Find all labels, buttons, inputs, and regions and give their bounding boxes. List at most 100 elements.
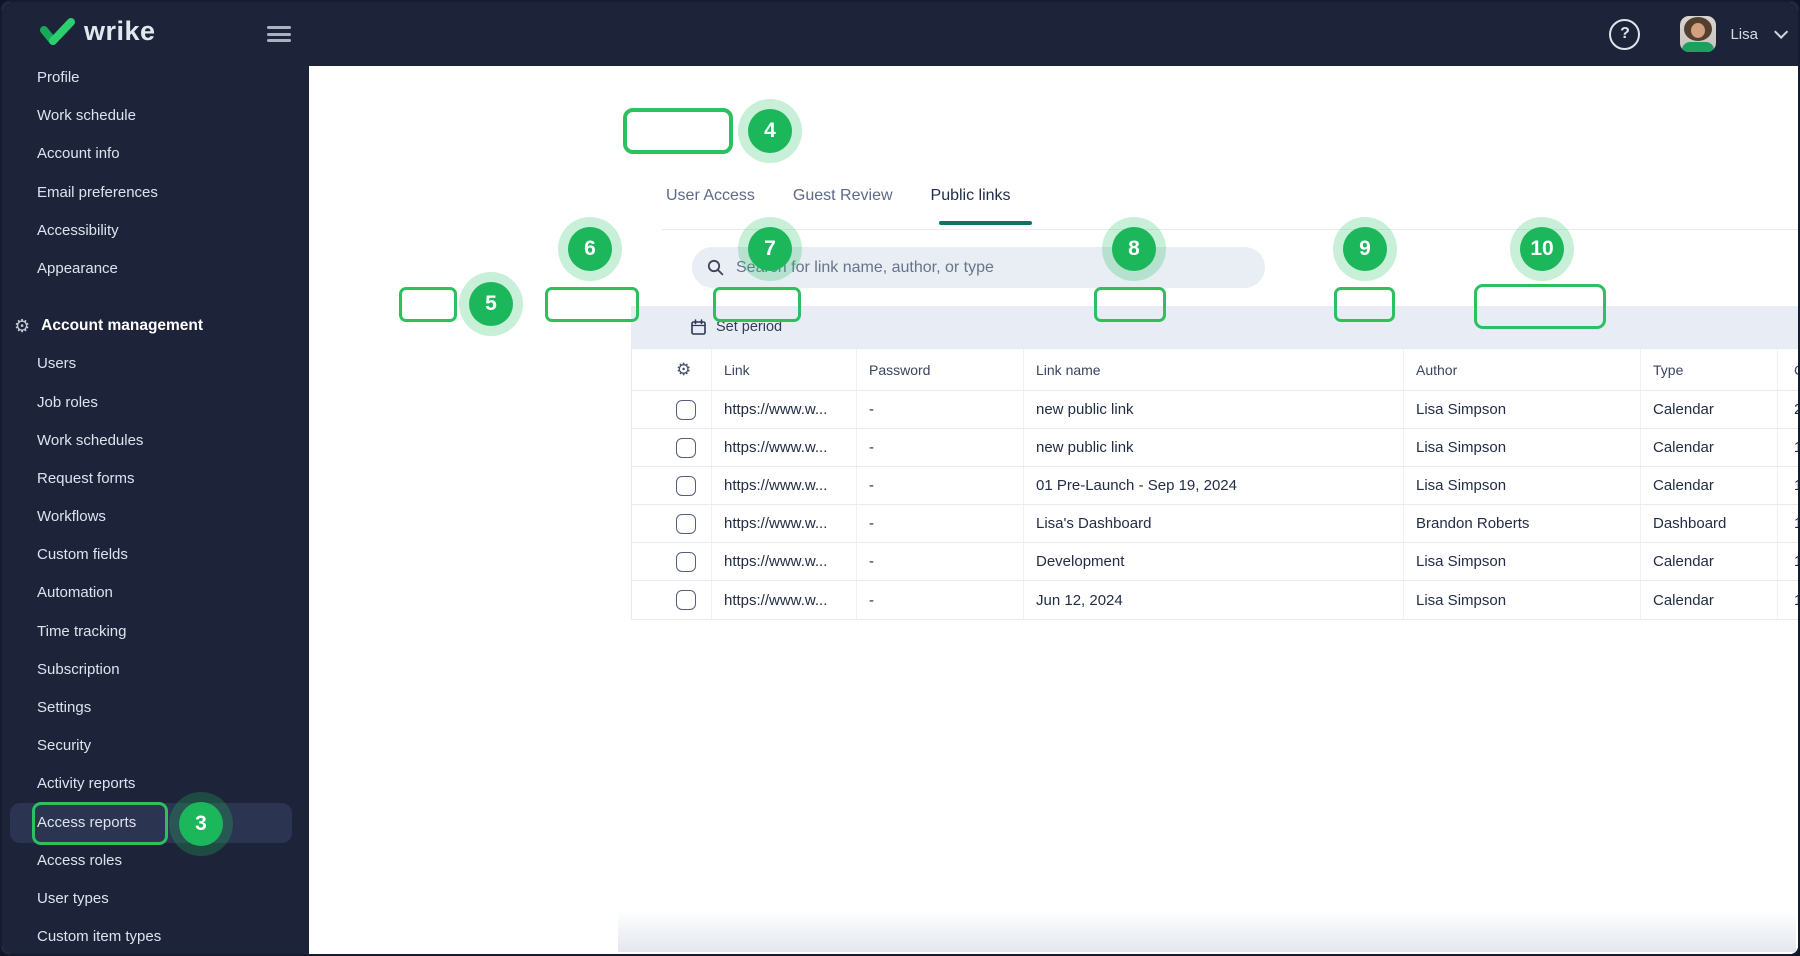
sidebar-item-activity-reports[interactable]: Activity reports xyxy=(2,765,309,803)
sidebar-item-account-info[interactable]: Account info xyxy=(2,135,309,173)
sidebar-item-automation[interactable]: Automation xyxy=(2,574,309,612)
checkbox-cell xyxy=(632,581,711,619)
sidebar-item-subscription[interactable]: Subscription xyxy=(2,651,309,689)
sidebar-item-label: User types xyxy=(37,889,109,907)
table-row: https://www.w... - new public link Lisa … xyxy=(632,429,1798,467)
header-link-name[interactable]: Link name xyxy=(1023,349,1403,390)
sidebar-item-work-schedules[interactable]: Work schedules xyxy=(2,422,309,460)
set-period-button[interactable]: Set period xyxy=(691,319,782,335)
sidebar-item-label: Job roles xyxy=(37,393,98,411)
tab-bar: User Access Guest Review Public links xyxy=(666,174,1011,218)
cell-link[interactable]: https://www.w... xyxy=(711,391,856,428)
sidebar-item-label: Automation xyxy=(37,584,113,602)
row-checkbox[interactable] xyxy=(676,437,696,458)
checkbox-cell xyxy=(632,543,711,580)
sidebar-item-work-schedule[interactable]: Work schedule xyxy=(2,97,309,135)
section-label: Account management xyxy=(41,317,204,335)
tab-strip-divider xyxy=(662,229,1798,230)
row-checkbox[interactable] xyxy=(676,551,696,572)
checkbox-cell xyxy=(632,505,711,542)
sidebar-item-appearance[interactable]: Appearance xyxy=(2,250,309,288)
cell-author: Lisa Simpson xyxy=(1403,391,1640,428)
cell-password: - xyxy=(856,543,1023,580)
cell-link[interactable]: https://www.w... xyxy=(711,467,856,504)
sidebar-item-label: Access reports xyxy=(37,813,137,831)
help-button[interactable]: ? xyxy=(1609,18,1641,50)
avatar[interactable] xyxy=(1680,16,1717,52)
cell-link[interactable]: https://www.w... xyxy=(711,505,856,542)
question-mark-icon: ? xyxy=(1620,25,1630,42)
sidebar-item-label: Email preferences xyxy=(37,183,158,201)
checkbox-cell xyxy=(632,391,711,428)
cell-link-name: Lisa's Dashboard xyxy=(1023,505,1403,542)
cell-type: Calendar xyxy=(1640,467,1777,504)
cell-link-name: new public link xyxy=(1023,391,1403,428)
sidebar-item-access-roles[interactable]: Access roles xyxy=(2,842,309,880)
sidebar-item-label: Request forms xyxy=(37,469,135,487)
sidebar-item-label: Activity reports xyxy=(37,775,136,793)
main-content: User Access Guest Review Public links Se xyxy=(309,66,1798,954)
sidebar-item-accessibility[interactable]: Accessibility xyxy=(2,212,309,250)
row-checkbox[interactable] xyxy=(676,513,696,534)
cell-link-name: new public link xyxy=(1023,429,1403,466)
row-checkbox[interactable] xyxy=(676,475,696,496)
sidebar-item-settings[interactable]: Settings xyxy=(2,689,309,727)
sidebar-item-access-reports[interactable]: Access reports xyxy=(2,802,309,843)
sidebar-item-email-preferences[interactable]: Email preferences xyxy=(2,174,309,212)
top-bar: wrike ? Lisa xyxy=(2,2,1798,66)
header-link[interactable]: Link xyxy=(711,349,856,390)
logo-text: wrike xyxy=(84,16,156,46)
chevron-down-icon[interactable] xyxy=(1774,24,1789,39)
cell-created-date: 20.09.2024 xyxy=(1777,391,1798,428)
cell-type: Calendar xyxy=(1640,543,1777,580)
table-row: https://www.w... - Development Lisa Simp… xyxy=(632,543,1798,581)
table-row: https://www.w... - 01 Pre-Launch - Sep 1… xyxy=(632,467,1798,505)
search-bar[interactable] xyxy=(692,247,1265,288)
wrike-check-icon xyxy=(40,17,75,45)
sidebar-item-time-tracking[interactable]: Time tracking xyxy=(2,613,309,651)
sidebar-item-label: Workflows xyxy=(37,508,106,526)
gear-icon: ⚙ xyxy=(676,360,692,379)
hamburger-menu-icon[interactable] xyxy=(267,26,291,42)
public-links-table: ⚙ Link Password Link name Author Type Cr… xyxy=(631,348,1798,620)
sidebar-item-user-types[interactable]: User types xyxy=(2,880,309,918)
header-password[interactable]: Password xyxy=(856,349,1023,390)
sidebar-item-workflows[interactable]: Workflows xyxy=(2,498,309,536)
tab-user-access[interactable]: User Access xyxy=(666,174,755,218)
cell-link[interactable]: https://www.w... xyxy=(711,581,856,619)
active-tab-indicator xyxy=(939,221,1032,225)
cell-author: Lisa Simpson xyxy=(1403,429,1640,466)
sidebar-item-label: Custom fields xyxy=(37,546,128,564)
row-checkbox[interactable] xyxy=(676,590,696,610)
cell-author: Lisa Simpson xyxy=(1403,581,1640,619)
sidebar-item-users[interactable]: Users xyxy=(2,345,309,383)
sidebar-item-label: Security xyxy=(37,737,92,755)
header-type[interactable]: Type xyxy=(1640,349,1777,390)
column-settings-button[interactable]: ⚙ xyxy=(632,349,711,390)
gear-icon: ⚙ xyxy=(14,316,31,337)
cell-created-date: 19.09.2024 xyxy=(1777,467,1798,504)
cell-link[interactable]: https://www.w... xyxy=(711,429,856,466)
tab-guest-review[interactable]: Guest Review xyxy=(793,174,893,218)
sidebar-item-label: Subscription xyxy=(37,660,120,678)
header-created-date[interactable]: Created date↓ xyxy=(1777,349,1798,390)
sidebar-item-label: Accessibility xyxy=(37,221,119,239)
table-header-row: ⚙ Link Password Link name Author Type Cr… xyxy=(632,348,1798,391)
sidebar-item-security[interactable]: Security xyxy=(2,727,309,765)
cell-link-name: Jun 12, 2024 xyxy=(1023,581,1403,619)
sidebar-item-label: Users xyxy=(37,355,77,373)
tab-public-links[interactable]: Public links xyxy=(931,174,1011,218)
sidebar-item-job-roles[interactable]: Job roles xyxy=(2,384,309,422)
search-input[interactable] xyxy=(736,258,1216,277)
row-checkbox[interactable] xyxy=(676,399,696,420)
sidebar-item-request-forms[interactable]: Request forms xyxy=(2,460,309,498)
cell-author: Brandon Roberts xyxy=(1403,505,1640,542)
sidebar-item-custom-fields[interactable]: Custom fields xyxy=(2,536,309,574)
user-name: Lisa xyxy=(1730,25,1758,43)
sidebar-item-label: Access roles xyxy=(37,851,123,869)
header-author[interactable]: Author xyxy=(1403,349,1640,390)
wrike-logo[interactable]: wrike xyxy=(40,16,156,47)
cell-link[interactable]: https://www.w... xyxy=(711,543,856,580)
sidebar-item-custom-item-types[interactable]: Custom item types xyxy=(2,918,309,954)
sidebar: Profile Work schedule Account info Email… xyxy=(2,66,309,954)
